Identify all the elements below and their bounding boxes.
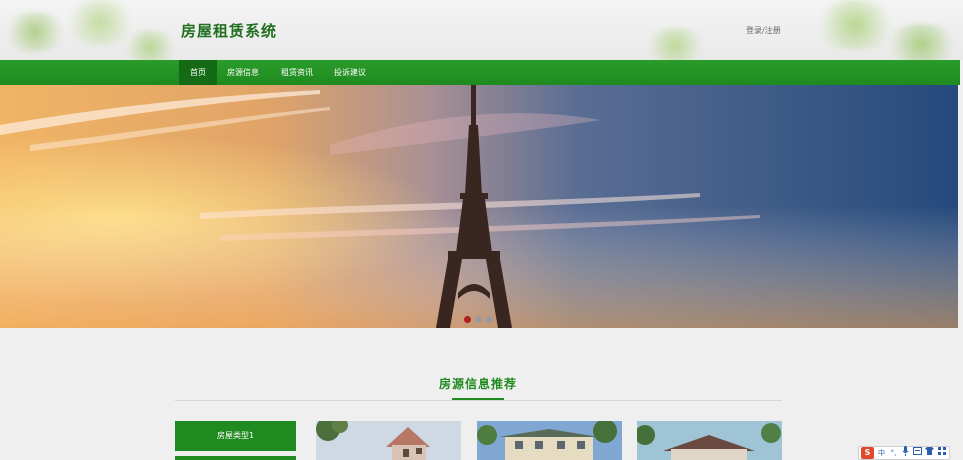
section-divider (175, 400, 782, 401)
ime-chinese-mode[interactable]: 中 (877, 447, 886, 459)
site-header: 房屋租赁系统 登录/注册 (0, 0, 963, 60)
ime-punctuation-mode[interactable]: °, (889, 447, 898, 459)
nav-item-news[interactable]: 租赁资讯 (276, 60, 318, 85)
carousel-dot[interactable] (475, 316, 482, 323)
house-thumbnail[interactable] (316, 421, 461, 460)
carousel-dot[interactable] (486, 316, 493, 323)
decorative-leaves (880, 24, 963, 60)
carousel-dot[interactable] (464, 316, 471, 323)
decorative-leaves (120, 30, 180, 60)
login-register-link[interactable]: 登录/注册 (746, 25, 781, 36)
house-thumbnail[interactable] (637, 421, 782, 460)
ime-toolbar: S 中 °, (858, 446, 950, 460)
decorative-leaves (640, 28, 710, 60)
main-nav: 首页 房源信息 租赁资讯 投诉建议 (0, 60, 960, 85)
ime-logo-icon[interactable]: S (861, 447, 874, 459)
banner-carousel[interactable] (0, 85, 958, 328)
category-button[interactable] (175, 456, 296, 460)
nav-item-feedback[interactable]: 投诉建议 (329, 60, 371, 85)
section-title-recommend: 房源信息推荐 (438, 377, 517, 391)
keyboard-icon[interactable] (913, 447, 922, 459)
grid-icon[interactable] (937, 447, 946, 459)
category-button-type1[interactable]: 房屋类型1 (175, 421, 296, 451)
banner-image (0, 85, 958, 328)
nav-item-home[interactable]: 首页 (179, 60, 217, 85)
house-thumbnail[interactable] (477, 421, 622, 460)
site-title[interactable]: 房屋租赁系统 (181, 20, 277, 41)
nav-item-listings[interactable]: 房源信息 (222, 60, 264, 85)
section-divider-accent (452, 398, 504, 400)
mic-icon[interactable] (901, 446, 910, 460)
shirt-icon[interactable] (925, 447, 934, 459)
